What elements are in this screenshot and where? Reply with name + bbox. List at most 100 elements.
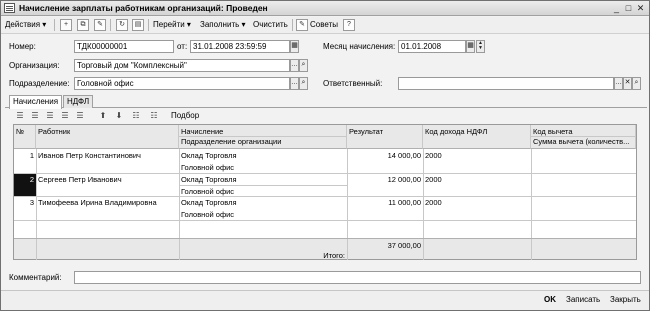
help-button[interactable]: ? (343, 19, 355, 31)
toolbar-separator (148, 19, 149, 31)
header-num[interactable]: № (14, 125, 36, 149)
column-line (179, 149, 180, 238)
search-icon[interactable]: ⌕ (299, 77, 308, 90)
row-dept: Головной офис (181, 163, 235, 172)
window-title: Начисление зарплаты работникам организац… (19, 3, 268, 13)
month-stepper[interactable]: ▲ ▼ (476, 40, 485, 53)
row-divider (14, 220, 636, 221)
sort-desc-icon[interactable]: ☷ (149, 111, 159, 120)
column-line (36, 239, 37, 260)
move-down-icon[interactable]: ⬇ (114, 111, 124, 120)
calendar-icon[interactable]: ▦ (290, 40, 299, 53)
total-value: 37 000,00 (387, 241, 421, 250)
actions-menu-label: Действия (5, 20, 41, 29)
total-label: Итого: (323, 251, 345, 260)
number-field[interactable]: ТДК00000001 (74, 40, 174, 53)
row-result: 11 000,00 (388, 198, 421, 207)
row-dept: Головной офис (181, 210, 235, 219)
tab-ndfl[interactable]: НДФЛ (63, 95, 94, 108)
column-line (347, 149, 348, 238)
title-bar: Начисление зарплаты работникам организац… (1, 1, 649, 16)
organization-field[interactable]: Торговый дом "Комплексный" (74, 59, 290, 72)
row-accrual: Оклад Торговля (181, 175, 237, 184)
date-from-label: от: (177, 42, 188, 51)
row-num: 1 (29, 151, 34, 160)
maximize-icon[interactable]: □ (623, 3, 634, 14)
header-subdivider (179, 136, 347, 137)
toolbar-separator (110, 19, 111, 31)
responsible-label: Ответственный: (323, 79, 383, 88)
header-accrual[interactable]: Начисление Подразделение организации (179, 125, 347, 149)
go-menu[interactable]: Перейти ▾ (153, 18, 191, 33)
copy-icon[interactable]: ⧉ (77, 19, 89, 31)
close-button[interactable]: Закрыть (610, 295, 641, 304)
header-income-code[interactable]: Код дохода НДФЛ (423, 125, 531, 149)
edit-icon[interactable]: ✎ (94, 19, 106, 31)
header-subdivider (531, 136, 636, 137)
header-num-text: № (16, 127, 25, 136)
header-employee[interactable]: Работник (36, 125, 179, 149)
month-label: Месяц начисления: (323, 42, 396, 51)
number-label: Номер: (9, 42, 36, 51)
header-deduction-sum-text: Сумма вычета (количеств... (533, 137, 630, 146)
toolbar: Действия ▾ + ⧉ ✎ ↻ ▤ Перейти ▾ Заполнить… (1, 17, 649, 34)
comment-field[interactable] (74, 271, 641, 284)
header-income-code-text: Код дохода НДФЛ (425, 127, 488, 136)
edit-row-icon[interactable]: ☰ (45, 111, 55, 120)
clear-button[interactable]: Очистить (253, 18, 288, 33)
calendar-icon[interactable]: ▦ (466, 40, 475, 53)
search-icon[interactable]: ⌕ (299, 59, 308, 72)
delete-row-icon[interactable]: ☰ (60, 111, 70, 120)
move-up-icon[interactable]: ⬆ (98, 111, 108, 120)
end-edit-icon[interactable]: ☰ (75, 111, 85, 120)
tab-accruals[interactable]: Начисления (9, 95, 63, 109)
fill-menu-label: Заполнить (200, 20, 240, 29)
column-line (36, 149, 37, 238)
copy-row-icon[interactable]: ☰ (30, 111, 40, 120)
header-deduction-code-text: Код вычета (533, 127, 573, 136)
add-row-icon[interactable]: ☰ (15, 111, 25, 120)
minimize-icon[interactable]: _ (611, 3, 622, 14)
fill-menu[interactable]: Заполнить ▾ (200, 18, 246, 33)
select-button[interactable]: … (290, 59, 299, 72)
document-window: Начисление зарплаты работникам организац… (0, 0, 650, 311)
save-button[interactable]: Записать (566, 295, 600, 304)
structure-icon[interactable]: ▤ (132, 19, 144, 31)
actions-menu[interactable]: Действия ▾ (5, 18, 46, 33)
department-field[interactable]: Головной офис (74, 77, 290, 90)
column-line (423, 149, 424, 238)
tips-icon[interactable]: ✎ (296, 19, 308, 31)
selection-button[interactable]: Подбор (171, 111, 199, 120)
post-icon[interactable]: ↻ (116, 19, 128, 31)
toolbar-separator (292, 19, 293, 31)
select-button[interactable]: … (614, 77, 623, 90)
header-deduction[interactable]: Код вычета Сумма вычета (количеств... (531, 125, 636, 149)
close-icon[interactable]: ✕ (635, 3, 646, 14)
header-result-text: Результат (349, 127, 384, 136)
date-field[interactable]: 31.01.2008 23:59:59 (190, 40, 290, 53)
add-icon[interactable]: + (60, 19, 72, 31)
clear-icon[interactable]: ✕ (623, 77, 632, 90)
header-result[interactable]: Результат (347, 125, 423, 149)
search-icon[interactable]: ⌕ (632, 77, 641, 90)
month-field[interactable]: 01.01.2008 (398, 40, 466, 53)
tips-button[interactable]: Советы (310, 18, 338, 33)
column-line (179, 239, 180, 260)
responsible-field[interactable] (398, 77, 614, 90)
row-dept: Головной офис (181, 187, 235, 196)
header-accrual-text: Начисление (181, 127, 224, 136)
sort-asc-icon[interactable]: ☷ (131, 111, 141, 120)
department-label: Подразделение: (9, 79, 70, 88)
row-income-code: 2000 (425, 198, 442, 207)
row-result: 14 000,00 (387, 151, 421, 160)
ok-button[interactable]: OK (544, 295, 556, 304)
accruals-table: № Работник Начисление Подразделение орга… (13, 124, 637, 260)
toolbar-separator (54, 19, 55, 31)
row-accrual: Оклад Торговля (181, 151, 237, 160)
row-income-code: 2000 (425, 175, 442, 184)
organization-label: Организация: (9, 61, 60, 70)
row-divider (14, 196, 636, 197)
tabs-line (5, 107, 647, 108)
row-income-code: 2000 (425, 151, 442, 160)
select-button[interactable]: … (290, 77, 299, 90)
